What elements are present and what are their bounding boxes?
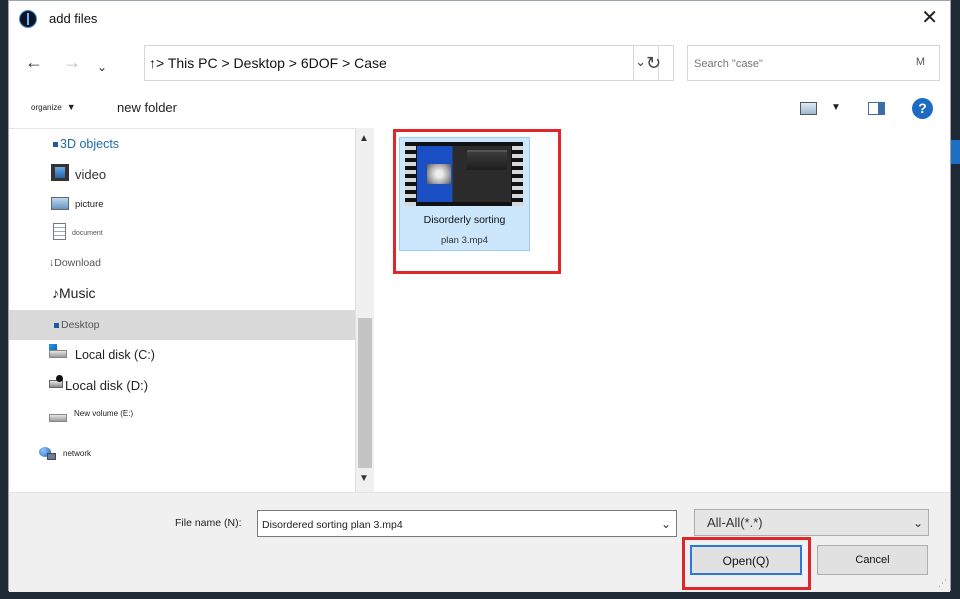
- file-name-chevron-down-icon[interactable]: ⌄: [661, 517, 671, 531]
- search-box[interactable]: M: [687, 45, 940, 81]
- picture-icon: [51, 197, 69, 210]
- title-bar: add files ✕: [9, 1, 950, 37]
- file-name-label: File name (N):: [175, 517, 242, 529]
- sidebar-item-label: ♪Music: [52, 285, 96, 301]
- drive-icon: [49, 414, 67, 422]
- sidebar-item-download[interactable]: ↓Download: [9, 249, 355, 279]
- video-icon: [51, 164, 69, 181]
- scroll-up-arrow-icon[interactable]: ▲: [359, 133, 369, 144]
- sidebar-item-label: 3D objects: [60, 137, 120, 151]
- sidebar-item-desktop[interactable]: Desktop: [9, 310, 355, 340]
- sidebar-item-label: Desktop: [61, 319, 100, 331]
- organize-label: organize: [31, 103, 62, 112]
- add-files-dialog: add files ✕ ← → ⌄ ↑> This PC > Desktop >…: [8, 0, 951, 592]
- sidebar-item-label: picture: [75, 199, 104, 210]
- dialog-title: add files: [49, 11, 98, 26]
- network-icon: [39, 444, 57, 462]
- highlight-box-file: [393, 129, 561, 274]
- sidebar-item-document[interactable]: document: [9, 219, 355, 249]
- sidebar-item-music[interactable]: ♪Music: [9, 279, 355, 309]
- drive-icon: [49, 350, 67, 358]
- document-icon: [53, 223, 66, 240]
- refresh-icon[interactable]: ↻: [633, 45, 674, 81]
- sidebar-item-label: network: [63, 449, 92, 458]
- sidebar-item-label: New volume (E:): [74, 409, 134, 418]
- filter-chevron-down-icon[interactable]: ⌄: [913, 516, 923, 530]
- nav-scrollbar[interactable]: ▲ ▼: [355, 128, 374, 492]
- address-bar[interactable]: ↑> This PC > Desktop > 6DOF > Case ⌄: [144, 45, 659, 81]
- file-name-input[interactable]: [260, 515, 654, 535]
- back-arrow-icon[interactable]: ←: [25, 52, 43, 72]
- change-view-icon[interactable]: [800, 102, 817, 115]
- sidebar-item-label: ↓Download: [49, 257, 101, 269]
- sidebar-item-label: Local disk (D:): [65, 378, 149, 393]
- sidebar-item-label: document: [72, 230, 103, 237]
- sidebar-item-local-disk-c[interactable]: Local disk (C:): [9, 340, 355, 370]
- sidebar-item-3d-objects[interactable]: 3D objects: [9, 129, 355, 159]
- view-options-dropdown-icon[interactable]: ▼: [831, 102, 841, 113]
- recent-locations-chevron-icon[interactable]: ⌄: [97, 57, 107, 77]
- sidebar-item-local-disk-d[interactable]: Local disk (D:): [9, 370, 355, 400]
- sidebar-item-picture[interactable]: picture: [9, 189, 355, 219]
- file-name-combobox[interactable]: ⌄: [257, 510, 677, 537]
- resize-grip-icon[interactable]: ⋰: [938, 578, 947, 589]
- forward-arrow-icon[interactable]: →: [63, 52, 81, 72]
- help-icon[interactable]: ?: [912, 98, 933, 119]
- search-trailing-glyph: M: [915, 56, 925, 68]
- sidebar-item-video[interactable]: video: [9, 159, 355, 189]
- sidebar-item-label: Local disk (C:): [75, 348, 155, 362]
- new-folder-button[interactable]: new folder: [117, 100, 177, 115]
- preview-pane-icon[interactable]: [868, 102, 885, 115]
- cancel-button[interactable]: Cancel: [817, 545, 928, 575]
- navigation-pane: 3D objects video picture document ↓Downl…: [9, 128, 355, 492]
- desktop-icon: [54, 322, 59, 328]
- search-input[interactable]: [692, 52, 906, 76]
- scroll-down-arrow-icon[interactable]: ▼: [359, 473, 369, 484]
- drive-icon: [49, 375, 63, 388]
- highlight-box-open: [682, 537, 811, 590]
- organize-dropdown-icon: ▼: [66, 102, 76, 112]
- organize-menu[interactable]: organize ▼: [31, 102, 76, 112]
- background-window-edge: [951, 140, 960, 164]
- address-path[interactable]: ↑> This PC > Desktop > 6DOF > Case: [149, 55, 387, 71]
- file-type-filter-value: All-All(*.*): [707, 515, 763, 530]
- scroll-thumb[interactable]: [358, 318, 372, 468]
- file-type-filter-select[interactable]: All-All(*.*) ⌄: [694, 509, 929, 536]
- cube-icon: [53, 142, 58, 148]
- close-icon[interactable]: ✕: [921, 8, 938, 28]
- sidebar-item-label: video: [75, 167, 107, 182]
- app-logo-icon: [19, 10, 37, 28]
- sidebar-item-network[interactable]: network: [9, 440, 355, 470]
- dialog-footer: File name (N): ⌄ All-All(*.*) ⌄ Open(Q) …: [9, 492, 950, 592]
- sidebar-item-new-volume-e[interactable]: New volume (E:): [9, 400, 355, 430]
